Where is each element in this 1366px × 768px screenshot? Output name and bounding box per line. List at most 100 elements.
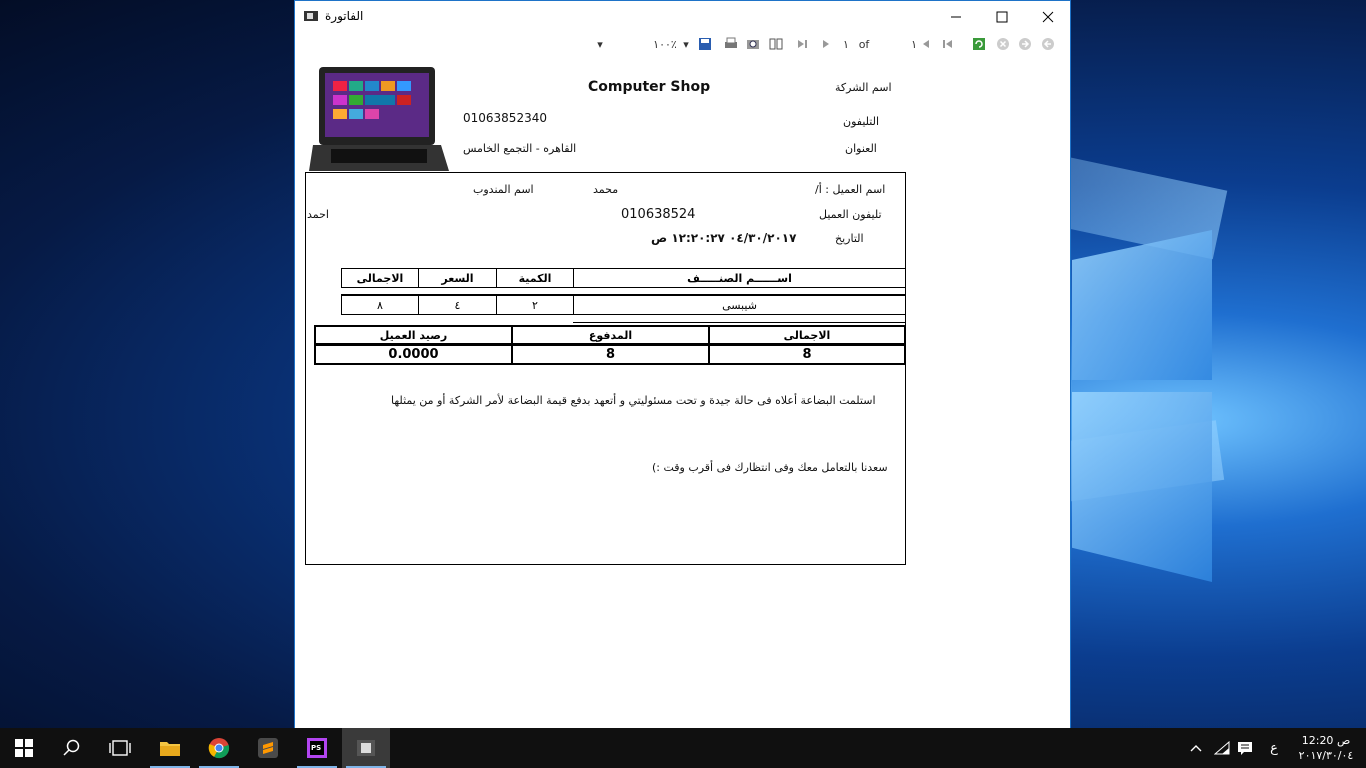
refresh-button[interactable]: [971, 36, 987, 52]
title-bar: الفاتورة: [295, 1, 1070, 32]
search-icon: [63, 739, 80, 756]
zoom-chevron-down-icon[interactable]: ▾: [682, 36, 690, 52]
zoom-select[interactable]: ١٠٠٪: [651, 36, 679, 52]
items-row-name: شيبسى: [573, 295, 906, 315]
company-address: القاهره - التجمع الخامس: [463, 142, 577, 155]
sublime-text-icon: [258, 738, 278, 758]
date-label: التاريخ: [835, 232, 864, 245]
invoice-window: الفاتورة ▾ ١٠٠٪ ▾ ١ of ١ Computer Shop ا…: [294, 0, 1071, 729]
clock[interactable]: 12:20 ص ٢٠١٧/٣٠/٠٤: [1292, 728, 1360, 768]
invoice-frame: [305, 172, 906, 565]
totals-value-balance: 0.0000: [314, 344, 513, 365]
receipt-note: استلمت البضاعة أعلاه فى حالة جيدة و تحت …: [391, 394, 876, 407]
laptop-image: [309, 67, 449, 171]
chrome-button[interactable]: [195, 728, 243, 768]
customer-name: محمد: [593, 183, 619, 196]
zoom-dropdown-arrow[interactable]: ▾: [595, 36, 605, 52]
forward-button[interactable]: [1017, 36, 1033, 52]
items-gap: [341, 288, 906, 295]
phpstorm-button[interactable]: PS: [293, 728, 341, 768]
company-name-label: اسم الشركة: [835, 81, 892, 94]
totals-header-total: الاجمالى: [708, 325, 906, 345]
rep-name: احمد: [307, 208, 329, 221]
items-row-qty: ٢: [496, 295, 574, 315]
minimize-button[interactable]: [933, 1, 979, 32]
page-setup-icon: [769, 38, 783, 50]
thanks-note: سعدنا بالتعامل معك وفى انتظارك فى أقرب و…: [652, 461, 888, 474]
app-icon: [304, 11, 318, 21]
page-of-label: of: [858, 37, 870, 51]
back-icon: [1042, 38, 1054, 50]
first-page-icon: [943, 40, 952, 48]
previous-page-button[interactable]: [919, 36, 933, 52]
items-bottom-rule: [573, 315, 906, 323]
last-page-icon: [798, 40, 807, 48]
company-name: Computer Shop: [588, 79, 711, 95]
task-view-icon: [109, 740, 131, 756]
task-view-button[interactable]: [96, 728, 144, 768]
items-row-total: ٨: [341, 295, 419, 315]
maximize-icon: [996, 11, 1008, 22]
maximize-button[interactable]: [979, 1, 1025, 32]
network-button[interactable]: [1210, 728, 1234, 768]
refresh-icon: [973, 38, 985, 50]
totals-value-paid: 8: [511, 344, 710, 365]
first-page-button[interactable]: [941, 36, 955, 52]
items-header-total: الاجمالى: [341, 268, 419, 288]
items-header-price: السعر: [418, 268, 497, 288]
previous-page-icon: [923, 40, 929, 48]
items-header-name: اســــــم الصنـــــف: [573, 268, 906, 288]
items-header-qty: الكمية: [496, 268, 574, 288]
close-icon: [1042, 11, 1054, 22]
stop-button[interactable]: [995, 36, 1011, 52]
report-page: Computer Shop اسم الشركة 01063852340 الت…: [295, 57, 1070, 729]
print-preview-icon: [747, 40, 759, 49]
next-page-button[interactable]: [819, 36, 833, 52]
sublime-text-button[interactable]: [244, 728, 292, 768]
current-page-input[interactable]: ١: [877, 36, 917, 52]
svg-text:PS: PS: [311, 744, 321, 752]
report-toolbar: ▾ ١٠٠٪ ▾ ١ of ١: [295, 32, 1070, 56]
customer-name-label: اسم العميل : أ/: [815, 183, 886, 196]
save-icon: [699, 38, 711, 50]
page-setup-button[interactable]: [768, 36, 784, 52]
show-hidden-icons-button[interactable]: [1184, 728, 1208, 768]
start-button[interactable]: [0, 728, 48, 768]
invoice-app-button[interactable]: [342, 728, 390, 768]
minimize-icon: [951, 16, 961, 17]
back-button[interactable]: [1040, 36, 1056, 52]
customer-phone-label: تليفون العميل: [819, 208, 882, 221]
items-row-price: ٤: [418, 295, 497, 315]
rep-label: اسم المندوب: [473, 183, 534, 196]
input-language-button[interactable]: ع: [1260, 728, 1288, 768]
save-button[interactable]: [697, 36, 713, 52]
chevron-up-icon: [1190, 745, 1202, 752]
windows-logo-icon: [15, 739, 33, 757]
window-title: الفاتورة: [325, 9, 364, 23]
forward-icon: [1019, 38, 1031, 50]
stop-icon: [997, 38, 1009, 50]
totals-header-paid: المدفوع: [511, 325, 710, 345]
print-icon: [725, 37, 737, 48]
report-app-icon: [357, 740, 375, 756]
print-button[interactable]: [723, 36, 739, 52]
customer-phone: 010638524: [621, 207, 696, 222]
close-button[interactable]: [1025, 1, 1071, 32]
wifi-icon: [1214, 741, 1230, 755]
last-page-button[interactable]: [795, 36, 809, 52]
folder-icon: [160, 742, 180, 756]
file-explorer-button[interactable]: [146, 728, 194, 768]
search-button[interactable]: [48, 728, 96, 768]
notifications-button[interactable]: [1233, 728, 1257, 768]
company-phone: 01063852340: [463, 111, 547, 125]
clock-date: ٢٠١٧/٣٠/٠٤: [1298, 749, 1354, 762]
taskbar: PS ع 12:20 ص ٢٠١٧/٣٠/٠٤: [0, 728, 1366, 768]
action-center-icon: [1238, 742, 1252, 755]
clock-time: 12:20 ص: [1301, 734, 1351, 747]
print-preview-button[interactable]: [745, 36, 761, 52]
totals-value-total: 8: [708, 344, 906, 365]
company-address-label: العنوان: [845, 142, 877, 155]
company-phone-label: التليفون: [843, 115, 880, 128]
chrome-icon: [208, 738, 230, 759]
phpstorm-icon: PS: [307, 738, 327, 758]
